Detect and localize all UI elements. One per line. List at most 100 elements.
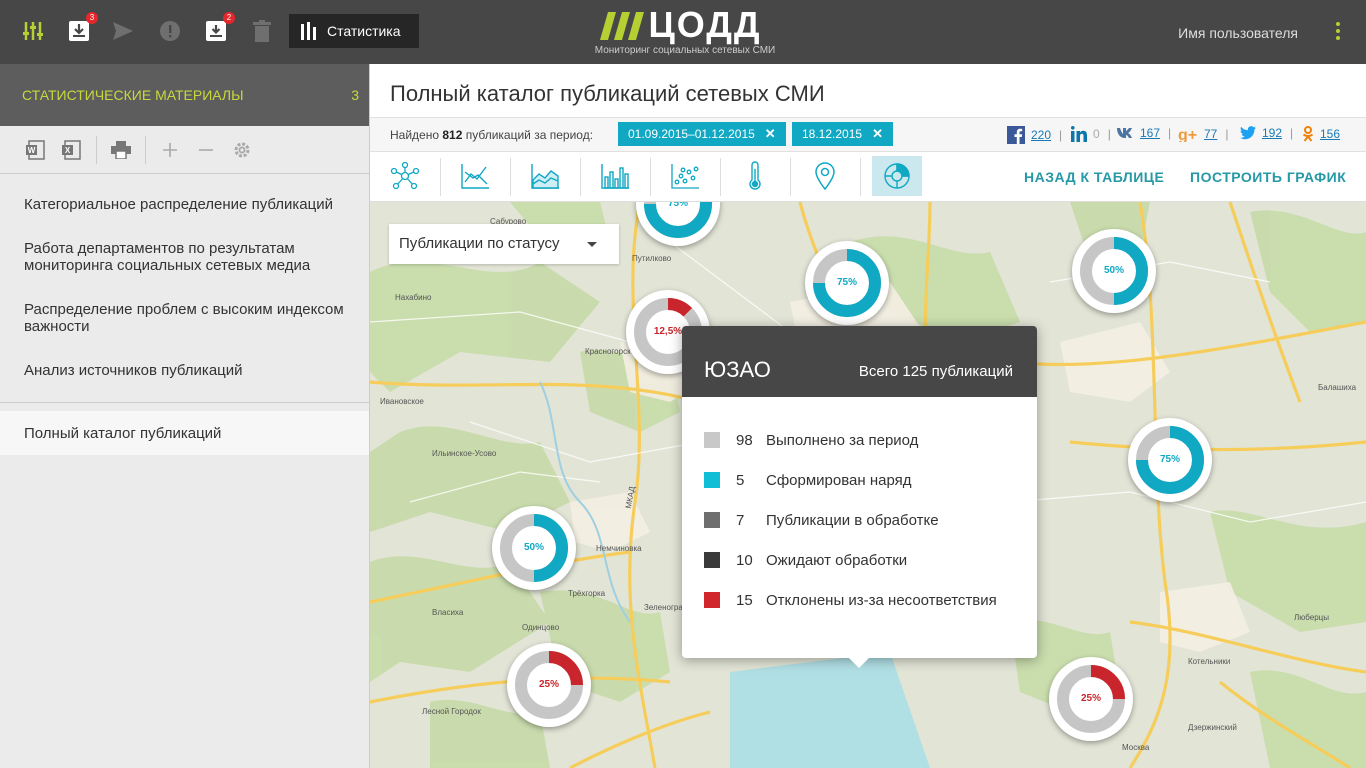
print-icon[interactable] (109, 138, 133, 162)
main-panel: Полный каталог публикаций сетевых СМИ На… (370, 64, 1366, 768)
logo-subtitle: Мониторинг социальных сетевых СМИ (594, 45, 776, 56)
sidebar-list: Категориальное распределение публикаций … (0, 174, 369, 379)
legend-item: 5 Сформирован наряд (704, 470, 912, 490)
legend-label: Выполнено за период (766, 431, 919, 449)
filter-bar: Найдено 812 публикаций за период: 01.09.… (370, 117, 1366, 152)
sidebar-item[interactable]: Работа департаментов по результатам мони… (0, 240, 369, 274)
social-linkedin[interactable]: 0 | (1071, 126, 1111, 142)
map[interactable]: Сабурово Путилково Красногорск Нахабино … (370, 202, 1366, 768)
vk-icon (1117, 128, 1132, 138)
social-google-plus[interactable]: g+ 77 | (1178, 126, 1228, 142)
bar-chart-icon[interactable] (590, 156, 640, 196)
map-label: Красногорск (585, 347, 631, 356)
map-donut-marker[interactable]: 50% (492, 506, 576, 590)
map-label: Ильинское-Усово (432, 449, 497, 458)
close-icon[interactable]: ✕ (765, 126, 776, 141)
thermometer-icon[interactable] (730, 156, 780, 196)
statistics-button[interactable]: Статистика (289, 14, 419, 48)
popup-total: Всего 125 публикаций (858, 363, 1013, 380)
map-label: Москва (1122, 743, 1150, 752)
send-icon[interactable] (110, 18, 136, 44)
legend-swatch (704, 592, 720, 608)
map-label: Дзержинский (1188, 723, 1237, 732)
inbox-download-icon[interactable]: 3 (66, 12, 98, 44)
odnoklassniki-count[interactable]: 156 (1320, 127, 1340, 141)
svg-text:g+: g+ (1178, 127, 1197, 142)
sidebar: СТАТИСТИЧЕСКИЕ МАТЕРИАЛЫ 3 W X Категориа… (0, 64, 370, 768)
sidebar-toolbar: W X (0, 126, 369, 174)
google-plus-icon: g+ (1178, 127, 1197, 142)
map-label: Путилково (632, 254, 672, 263)
sidebar-item-active[interactable]: Полный каталог публикаций (0, 411, 369, 455)
date-filter-chip[interactable]: 01.09.2015–01.12.2015 ✕ (618, 122, 786, 146)
social-odnoklassniki[interactable]: 156 (1302, 126, 1340, 142)
alert-icon[interactable] (157, 18, 183, 44)
bar-chart-icon (301, 22, 316, 40)
legend-item: 98 Выполнено за период (704, 430, 918, 450)
map-donut-marker[interactable]: 25% (1049, 657, 1133, 741)
legend-swatch (704, 472, 720, 488)
vk-count[interactable]: 167 (1140, 126, 1160, 140)
excel-export-icon[interactable]: X (60, 138, 84, 162)
line-chart-icon[interactable] (450, 156, 500, 196)
statistics-label: Статистика (327, 23, 401, 39)
facebook-icon (1007, 126, 1025, 144)
map-pin-icon[interactable] (800, 156, 850, 196)
area-chart-icon[interactable] (520, 156, 570, 196)
username[interactable]: Имя пользователя (1178, 25, 1298, 41)
top-bar: 3 2 Статистика ЦОДД Мониторинг социальны… (0, 0, 1366, 64)
google-plus-count[interactable]: 77 (1204, 127, 1217, 141)
map-donut-marker[interactable]: 25% (507, 643, 591, 727)
linkedin-count[interactable]: 0 (1093, 127, 1100, 141)
plus-icon[interactable] (158, 138, 182, 162)
archive-badge: 2 (223, 12, 235, 24)
donut-percent: 50% (523, 542, 544, 553)
sidebar-item[interactable]: Распределение проблем с высоким индексом… (0, 301, 369, 335)
legend-item: 10 Ожидают обработки (704, 550, 907, 570)
more-menu-icon[interactable] (1334, 22, 1342, 44)
legend-swatch (704, 552, 720, 568)
scatter-chart-icon[interactable] (660, 156, 710, 196)
legend-count: 98 (736, 431, 753, 449)
map-donut-marker[interactable]: 75% (636, 202, 720, 246)
social-twitter[interactable]: 192 | (1240, 126, 1293, 140)
map-donut-marker[interactable]: 50% (1072, 229, 1156, 313)
sidebar-divider (0, 402, 369, 403)
build-chart-link[interactable]: ПОСТРОИТЬ ГРАФИК (1190, 169, 1346, 185)
map-donut-marker[interactable]: 75% (1128, 418, 1212, 502)
social-facebook[interactable]: 220 | (1007, 126, 1062, 144)
status-select-value: Публикации по статусу (399, 235, 560, 252)
page-title: Полный каталог публикаций сетевых СМИ (390, 81, 825, 106)
legend-label: Ожидают обработки (766, 551, 908, 569)
map-label: Немчиновка (596, 544, 642, 553)
twitter-count[interactable]: 192 (1262, 126, 1282, 140)
facebook-count[interactable]: 220 (1031, 128, 1051, 142)
social-vk[interactable]: 167 | (1116, 126, 1171, 140)
svg-text:X: X (65, 146, 71, 155)
sidebar-item[interactable]: Анализ источников публикаций (0, 362, 369, 379)
map-label: Котельники (1188, 657, 1230, 666)
date-filter-chip[interactable]: 18.12.2015 ✕ (792, 122, 893, 146)
sidebar-item[interactable]: Категориальное распределение публикаций (0, 196, 369, 213)
found-count: 812 (442, 128, 463, 142)
back-to-table-link[interactable]: НАЗАД К ТАБЛИЦЕ (1024, 169, 1164, 185)
donut-percent: 75% (1159, 454, 1180, 465)
legend-item: 15 Отклонены из-за несоответствия (704, 590, 997, 610)
settings-gear-icon[interactable] (230, 138, 254, 162)
map-donut-marker[interactable]: 75% (805, 241, 889, 325)
close-icon[interactable]: ✕ (872, 126, 883, 141)
map-donut-icon[interactable] (872, 156, 922, 196)
minus-icon[interactable] (194, 138, 218, 162)
legend-label: Сформирован наряд (766, 471, 912, 489)
sliders-icon[interactable] (20, 18, 46, 44)
word-export-icon[interactable]: W (24, 138, 48, 162)
legend-count: 5 (736, 471, 745, 489)
status-select[interactable]: Публикации по статусу (389, 224, 619, 264)
logo-text: ЦОДД (648, 4, 762, 45)
chip-label: 18.12.2015 (802, 127, 863, 141)
network-graph-icon[interactable] (380, 156, 430, 196)
map-label: Нахабино (395, 293, 432, 302)
trash-icon[interactable] (249, 18, 275, 44)
legend-swatch (704, 512, 720, 528)
archive-icon[interactable]: 2 (203, 12, 235, 44)
